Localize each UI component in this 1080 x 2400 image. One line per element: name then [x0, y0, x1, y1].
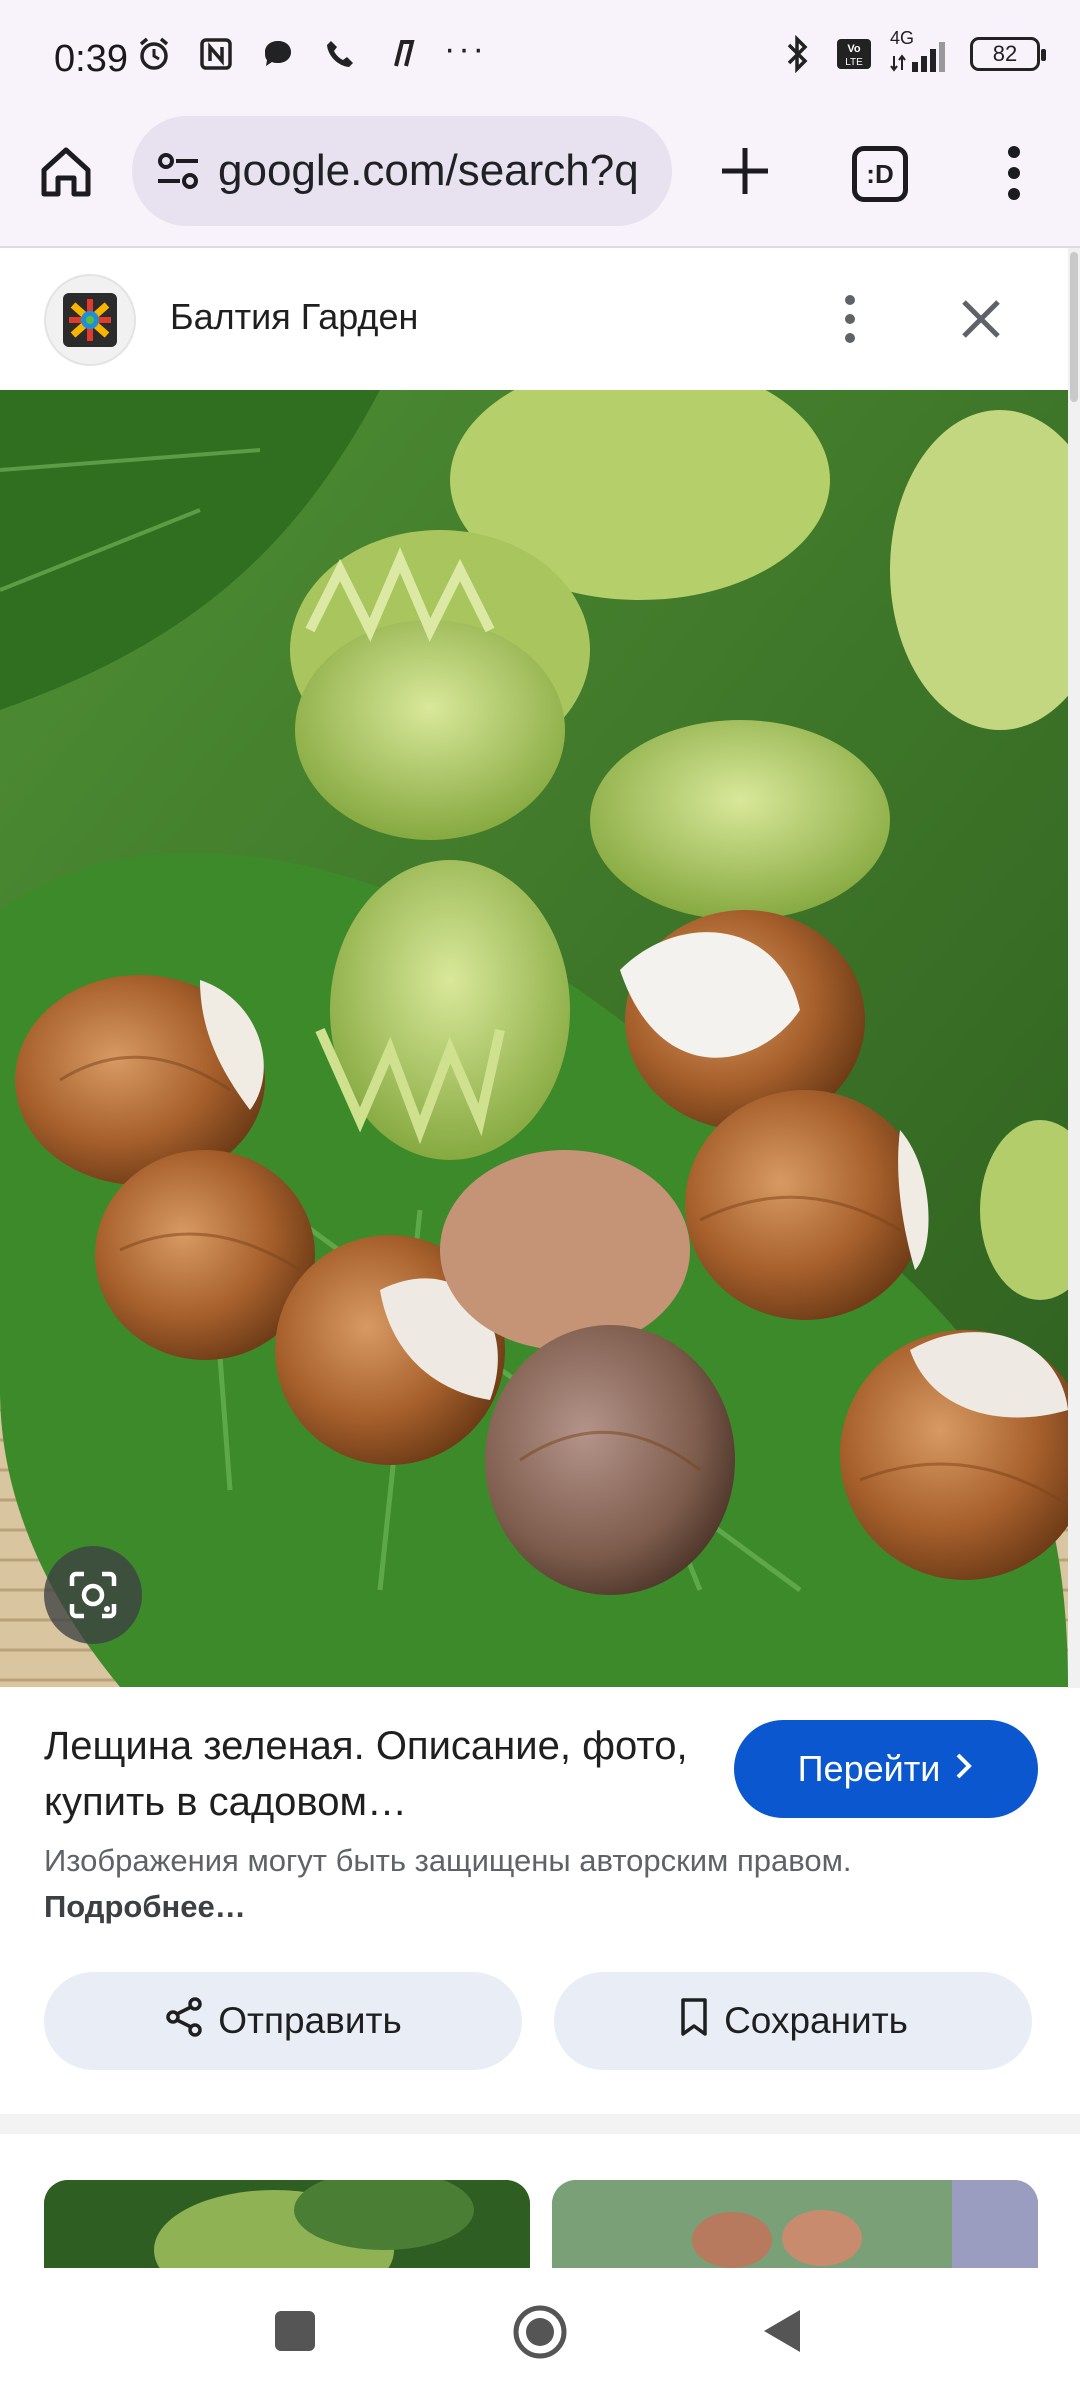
save-button[interactable]: Сохранить: [554, 1972, 1032, 2070]
status-time: 0:39: [54, 38, 128, 80]
tab-switcher-button[interactable]: :D: [852, 146, 908, 202]
copyright-notice: Изображения могут быть защищены авторски…: [44, 1838, 944, 1930]
status-system-icons: Vo LTE 4G 82: [778, 28, 1046, 74]
address-bar[interactable]: google.com/search?q: [132, 116, 672, 226]
status-bar: 0:39 ··· Vo LTE 4G 82: [0, 0, 1080, 110]
share-label: Отправить: [218, 2000, 402, 2041]
source-logo[interactable]: [44, 274, 136, 366]
chat-icon: [258, 34, 298, 74]
share-button[interactable]: Отправить: [44, 1972, 522, 2070]
home-icon[interactable]: [34, 140, 98, 204]
bookmark-icon: [678, 1996, 710, 2047]
section-divider: [0, 2114, 1080, 2134]
scrollbar-thumb[interactable]: [1070, 252, 1078, 402]
result-title[interactable]: Лещина зеленая. Описание, фото, купить в…: [44, 1718, 694, 1830]
status-notification-icons: ···: [134, 30, 487, 74]
site-info-icon[interactable]: [154, 146, 204, 196]
recents-button[interactable]: [275, 2311, 315, 2351]
more-vert-icon[interactable]: [822, 288, 878, 350]
more-vert-icon[interactable]: [990, 140, 1038, 206]
google-lens-icon[interactable]: [44, 1546, 142, 1644]
back-button[interactable]: [760, 2306, 806, 2356]
more-notifications-icon: ···: [444, 29, 487, 68]
share-icon: [164, 1996, 204, 2047]
app-notification-icon: [382, 34, 422, 74]
save-label: Сохранить: [724, 2000, 908, 2041]
learn-more-link[interactable]: Подробнее…: [44, 1889, 246, 1924]
signal-icon: 4G: [890, 28, 954, 74]
source-name[interactable]: Балтия Гарден: [170, 296, 418, 338]
battery-indicator: 82: [970, 37, 1046, 71]
related-image[interactable]: [552, 2180, 1038, 2268]
visit-button-label: Перейти: [797, 1748, 941, 1789]
chevron-right-icon: [954, 1748, 974, 1790]
browser-toolbar: google.com/search?q :D: [0, 110, 1080, 248]
system-nav-bar: [0, 2268, 1080, 2400]
visit-button[interactable]: Перейти: [734, 1720, 1038, 1818]
svg-text:LTE: LTE: [845, 57, 863, 68]
alarm-icon: [134, 34, 174, 74]
network-type: 4G: [890, 28, 915, 48]
svg-text:Vo: Vo: [847, 43, 861, 55]
scrollbar-track[interactable]: [1068, 248, 1080, 1688]
new-tab-icon[interactable]: [712, 138, 778, 204]
related-image[interactable]: [44, 2180, 530, 2268]
phone-icon: [320, 34, 360, 74]
volte-icon: Vo LTE: [834, 34, 874, 74]
source-header: Балтия Гарден: [0, 248, 1080, 390]
bluetooth-icon: [778, 34, 818, 74]
nfc-icon: [196, 34, 236, 74]
close-icon[interactable]: [952, 290, 1010, 348]
copyright-text: Изображения могут быть защищены авторски…: [44, 1843, 852, 1878]
result-image[interactable]: [0, 390, 1068, 1687]
home-button[interactable]: [512, 2304, 568, 2360]
url-text: google.com/search?q: [218, 146, 639, 195]
